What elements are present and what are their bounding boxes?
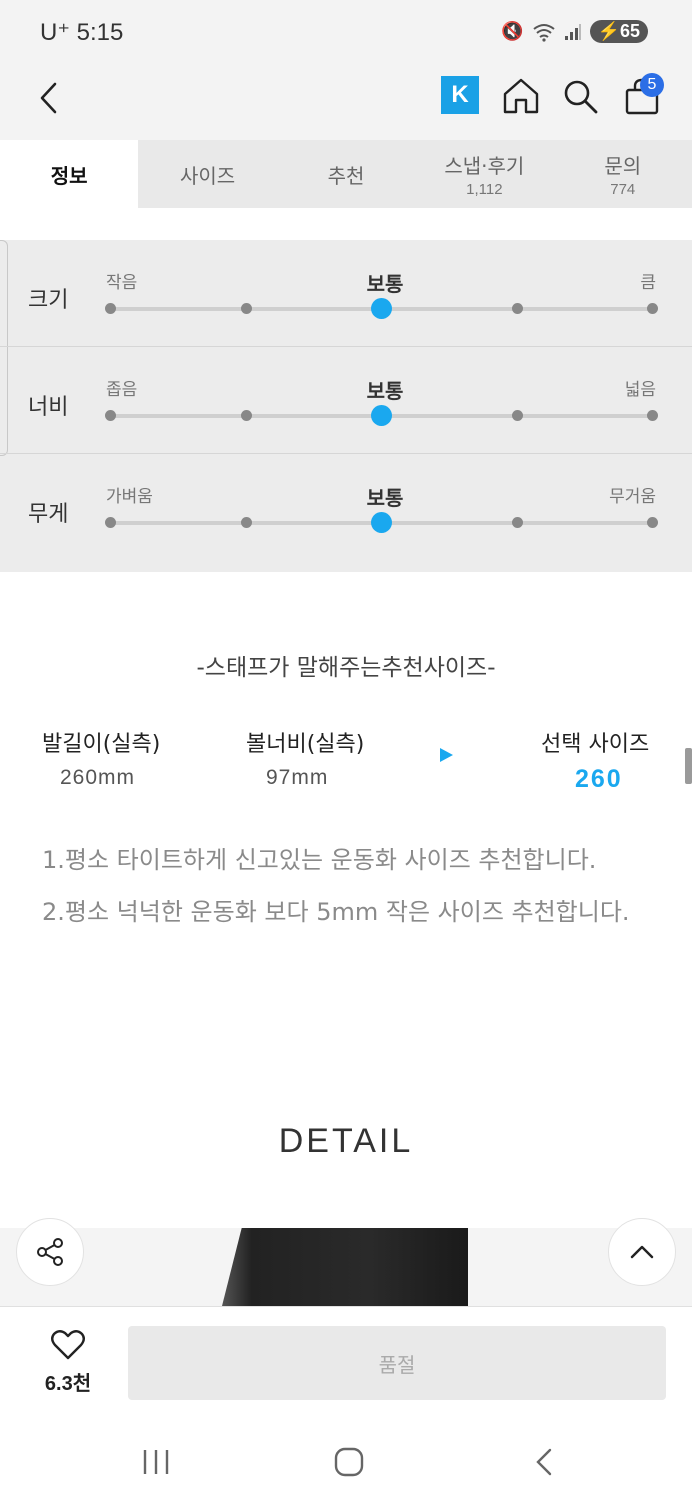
home-icon[interactable] (499, 74, 543, 118)
mute-icon: 🔇 (501, 21, 524, 42)
feel-mid-label: 보통 (366, 272, 404, 296)
tab-label: 추천 (327, 163, 365, 188)
like-count: 6.3천 (44, 1373, 92, 1395)
feel-step-dot (511, 303, 523, 314)
cart-count-badge: 5 (640, 73, 664, 97)
wifi-icon (532, 23, 555, 42)
foot-length-value: 260mm (60, 766, 136, 789)
tab-4[interactable]: 문의 774 (554, 140, 692, 208)
tab-2[interactable]: 추천 (277, 140, 415, 208)
feel-step-dot (511, 410, 523, 421)
scroll-top-button[interactable] (608, 1218, 676, 1286)
top-nav: K 5 (0, 66, 692, 140)
selected-size-value: 260 (575, 765, 623, 793)
feel-scale-track (105, 298, 658, 319)
share-icon (37, 1238, 63, 1266)
size-feel-panel: 크기 작음 보통 큼 너비 좁음 보통 넓음 무게 가벼움 보통 무거움 (0, 240, 692, 572)
chevron-up-icon (630, 1245, 654, 1259)
product-image-strip (0, 1228, 692, 1306)
play-arrow-icon (440, 748, 453, 762)
size-feel-row: 크기 작음 보통 큼 (0, 240, 692, 347)
feel-mid-label: 보통 (366, 486, 404, 510)
feel-step-dot (105, 517, 116, 528)
tab-count: 1,112 (466, 181, 503, 198)
tab-label: 사이즈 (179, 163, 236, 188)
feel-high-label: 넓음 (624, 380, 656, 400)
tab-label: 정보 (50, 163, 88, 188)
feel-label: 너비 (28, 395, 69, 420)
recent-apps-icon[interactable] (136, 1442, 176, 1482)
product-image (222, 1228, 468, 1306)
feel-mid-label: 보통 (366, 379, 404, 403)
tab-0[interactable]: 정보 (0, 140, 139, 208)
tab-label: 스냅·후기 (444, 154, 525, 178)
status-time: U⁺ 5:15 (40, 19, 124, 46)
detail-heading: DETAIL (278, 1122, 414, 1160)
status-bar: U⁺ 5:15 🔇 ⚡65 (0, 0, 692, 66)
search-icon[interactable] (558, 74, 602, 118)
system-nav-bar (0, 1420, 692, 1500)
feel-step-dot (105, 410, 116, 421)
foot-width-value: 97mm (266, 766, 329, 789)
battery-level: 65 (619, 21, 640, 41)
share-button[interactable] (16, 1218, 84, 1286)
recommendation-note-1: 1.평소 타이트하게 신고있는 운동화 사이즈 추천합니다. (42, 846, 597, 874)
foot-width-label: 볼너비(실측) (246, 732, 365, 757)
feel-scale-track (105, 512, 658, 533)
feel-step-dot (511, 517, 523, 528)
signal-icon (564, 23, 581, 40)
heart-icon[interactable] (50, 1329, 86, 1361)
feel-step-dot (240, 303, 252, 314)
system-home-icon[interactable] (329, 1442, 369, 1482)
tab-label: 문의 (604, 154, 642, 178)
feel-high-label: 큼 (640, 273, 656, 293)
feel-low-label: 좁음 (106, 380, 138, 400)
soldout-button[interactable]: 품절 (128, 1326, 666, 1400)
feel-low-label: 가벼움 (106, 487, 153, 507)
recommendation-title: -스태프가 말해주는추천사이즈- (196, 655, 496, 681)
feel-step-dot (647, 517, 658, 528)
feel-step-dot (647, 410, 658, 421)
feel-step-dot (105, 303, 116, 314)
size-feel-row: 무게 가벼움 보통 무거움 (0, 454, 692, 561)
feel-low-label: 작음 (106, 273, 138, 293)
feel-selected-dot (371, 298, 392, 319)
back-button[interactable] (30, 78, 70, 118)
soldout-label: 품절 (378, 1352, 416, 1377)
feel-step-dot (240, 410, 252, 421)
scrollbar-thumb[interactable] (685, 748, 692, 784)
tab-3[interactable]: 스냅·후기 1,112 (415, 140, 553, 208)
recommendation-note-2: 2.평소 넉넉한 운동화 보다 5mm 작은 사이즈 추천합니다. (42, 898, 630, 926)
brand-logo[interactable]: K (441, 76, 479, 114)
selected-size-label: 선택 사이즈 (541, 732, 650, 757)
logo-letter: K (451, 81, 469, 108)
foot-length-label: 발길이(실측) (42, 732, 161, 757)
system-back-icon[interactable] (524, 1442, 564, 1482)
size-feel-row: 너비 좁음 보통 넓음 (0, 347, 692, 454)
feel-step-dot (240, 517, 252, 528)
tab-1[interactable]: 사이즈 (138, 140, 276, 208)
feel-label: 무게 (28, 502, 69, 527)
bottom-action-bar: 6.3천 품절 (0, 1306, 692, 1420)
feel-scale-track (105, 405, 658, 426)
feel-label: 크기 (28, 288, 69, 313)
feel-high-label: 무거움 (609, 487, 656, 507)
feel-step-dot (647, 303, 658, 314)
feel-selected-dot (371, 405, 392, 426)
battery-indicator: ⚡65 (589, 20, 648, 43)
feel-selected-dot (371, 512, 392, 533)
tab-count: 774 (610, 181, 636, 198)
status-icons: 🔇 ⚡65 (501, 20, 648, 43)
product-tabs: 정보 사이즈 추천 스냅·후기 1,112 문의 774 (0, 140, 692, 208)
